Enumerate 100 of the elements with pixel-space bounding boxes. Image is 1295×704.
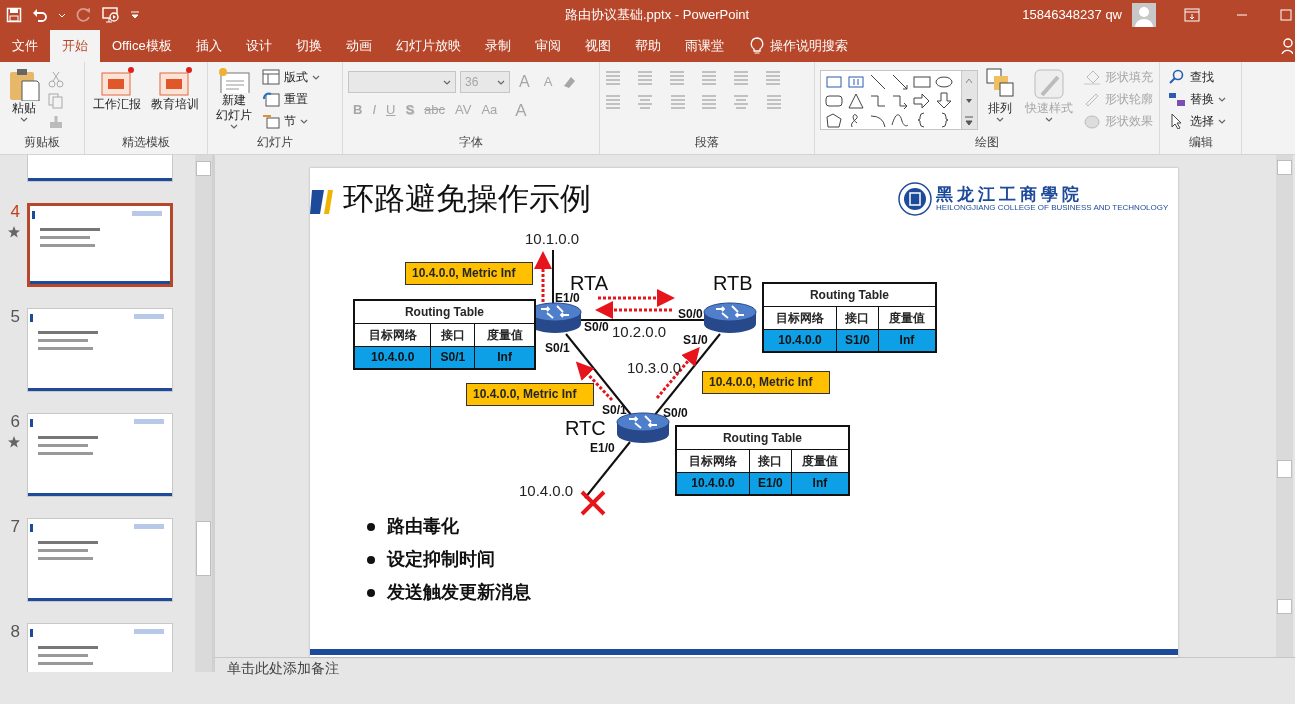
person-icon[interactable] xyxy=(1281,38,1293,54)
ribbon-tab[interactable]: 雨课堂 xyxy=(672,30,736,62)
college-emblem-icon xyxy=(898,182,932,216)
arrange-button[interactable]: 排列 xyxy=(982,66,1018,132)
ribbon-tab[interactable]: 文件 xyxy=(0,30,50,62)
new-slide-button[interactable]: 新建 幻灯片 xyxy=(213,66,255,132)
replace-button[interactable]: 替换 xyxy=(1165,88,1229,110)
reset-button[interactable]: 重置 xyxy=(259,88,323,110)
right-arrow-icon[interactable] xyxy=(913,92,931,110)
column-header: 接口 xyxy=(749,449,792,472)
reset-icon xyxy=(262,91,280,107)
triangle-icon[interactable] xyxy=(847,92,865,110)
account-name[interactable]: 15846348237 qw xyxy=(1022,5,1122,25)
caret-icon xyxy=(1218,117,1226,125)
template-button[interactable]: 教育培训 xyxy=(148,66,202,132)
select-button[interactable]: 选择 xyxy=(1165,110,1229,132)
update-arrow xyxy=(534,251,552,302)
window-title: 路由协议基础.pptx - PowerPoint xyxy=(565,6,750,25)
slide-number: 8 xyxy=(9,623,20,640)
slide-thumbnail[interactable] xyxy=(27,413,173,497)
slide-canvas[interactable] xyxy=(310,168,1178,657)
shapes-gallery[interactable] xyxy=(820,70,962,130)
bullet-icon xyxy=(367,555,375,564)
slide-number: 4 xyxy=(9,203,20,220)
caret-icon xyxy=(996,116,1004,123)
bullet-text: 发送触发更新消息 xyxy=(387,581,531,604)
group-label: 段落 xyxy=(694,134,720,151)
ribbon-tab[interactable]: 切换 xyxy=(283,30,334,62)
bullet-icon xyxy=(367,588,375,597)
maximize-icon[interactable] xyxy=(1280,9,1292,21)
layout-icon xyxy=(262,69,280,85)
router-name: RTC xyxy=(565,416,606,441)
down-arrow-icon[interactable] xyxy=(935,92,953,110)
group-label: 剪贴板 xyxy=(23,134,61,151)
ribbon-tab[interactable]: 设计 xyxy=(233,30,284,62)
update-message: 10.4.0.0, Metric Inf xyxy=(466,383,594,406)
fill-icon xyxy=(1083,69,1101,85)
slide-thumbnail[interactable] xyxy=(27,518,173,602)
table-cell: 10.4.0.0 xyxy=(676,472,750,495)
router-icon xyxy=(703,302,757,333)
ribbon-display-icon[interactable] xyxy=(1184,8,1200,22)
elbow-arrow-icon[interactable] xyxy=(891,92,909,110)
caret-icon[interactable] xyxy=(58,11,66,19)
ribbon-tab[interactable]: 帮助 xyxy=(622,30,673,62)
column-header: 目标网络 xyxy=(354,323,431,346)
outline-icon xyxy=(1083,91,1101,107)
network-link xyxy=(584,441,631,499)
find-button[interactable]: 查找 xyxy=(1165,66,1229,88)
ribbon-tab[interactable]: 审阅 xyxy=(522,30,573,62)
undo-icon[interactable] xyxy=(32,7,48,23)
ribbon-tab[interactable]: 开始 xyxy=(50,30,100,62)
interface-label: S0/1 xyxy=(602,402,627,419)
interface-label: S0/1 xyxy=(545,340,570,357)
group-label: 幻灯片 xyxy=(256,134,294,151)
interface-label: S0/0 xyxy=(584,319,609,336)
paste-button[interactable]: 粘贴 xyxy=(5,66,43,132)
quick-styles-icon xyxy=(1032,67,1066,101)
tell-me-field[interactable]: 操作说明搜索 xyxy=(769,36,848,56)
scrollbar[interactable] xyxy=(1276,155,1293,657)
column-header: 目标网络 xyxy=(763,306,837,329)
arrow-line-icon[interactable] xyxy=(891,73,909,91)
caret-icon xyxy=(443,78,451,86)
ribbon-tab[interactable]: 幻灯片放映 xyxy=(383,30,473,62)
ribbon-tab[interactable]: 视图 xyxy=(572,30,623,62)
group-label: 绘图 xyxy=(974,134,1000,151)
presenter-icon[interactable] xyxy=(102,7,120,23)
network-label: 10.1.0.0 xyxy=(525,229,580,249)
slide-thumbnail[interactable] xyxy=(27,308,173,392)
layout-button[interactable]: 版式 xyxy=(259,66,323,88)
notes-placeholder[interactable]: 单击此处添加备注 xyxy=(227,658,339,679)
network-label: 10.3.0.0 xyxy=(627,358,682,378)
title-accent-drawing xyxy=(310,190,333,214)
replace-icon xyxy=(1168,91,1186,107)
table-cell: 10.4.0.0 xyxy=(763,329,837,352)
customize-icon[interactable] xyxy=(130,10,140,20)
slide-number: 7 xyxy=(9,518,20,535)
ribbon-tab[interactable]: 插入 xyxy=(183,30,234,62)
template-button[interactable]: 工作汇报 xyxy=(90,66,144,132)
interface-label: S0/0 xyxy=(678,306,703,323)
oval-icon[interactable] xyxy=(935,73,953,91)
line-icon[interactable] xyxy=(869,73,887,91)
interface-label: E1/0 xyxy=(590,440,615,457)
section-button[interactable]: 节 xyxy=(259,110,323,132)
group-label: 精选模板 xyxy=(121,134,171,151)
lightbulb-icon xyxy=(749,37,764,55)
ribbon-tab[interactable]: 录制 xyxy=(472,30,523,62)
ribbon-tab[interactable]: Office模板 xyxy=(100,30,184,62)
section-icon xyxy=(262,113,280,129)
slide-thumbnail[interactable] xyxy=(27,203,173,287)
search-icon xyxy=(1168,69,1186,85)
ribbon-tab[interactable]: 动画 xyxy=(333,30,384,62)
logo-name: 黑龙江工商學院 xyxy=(936,185,1084,204)
rounded-rectangle-icon[interactable] xyxy=(825,92,843,110)
column-header: 接口 xyxy=(836,306,879,329)
freeform-icon[interactable] xyxy=(825,111,843,129)
curve-icon[interactable] xyxy=(891,111,909,129)
scrollbar[interactable] xyxy=(195,155,212,672)
save-icon[interactable] xyxy=(6,7,22,23)
caret-icon xyxy=(230,123,238,130)
update-message: 10.4.0.0, Metric Inf xyxy=(702,371,830,394)
